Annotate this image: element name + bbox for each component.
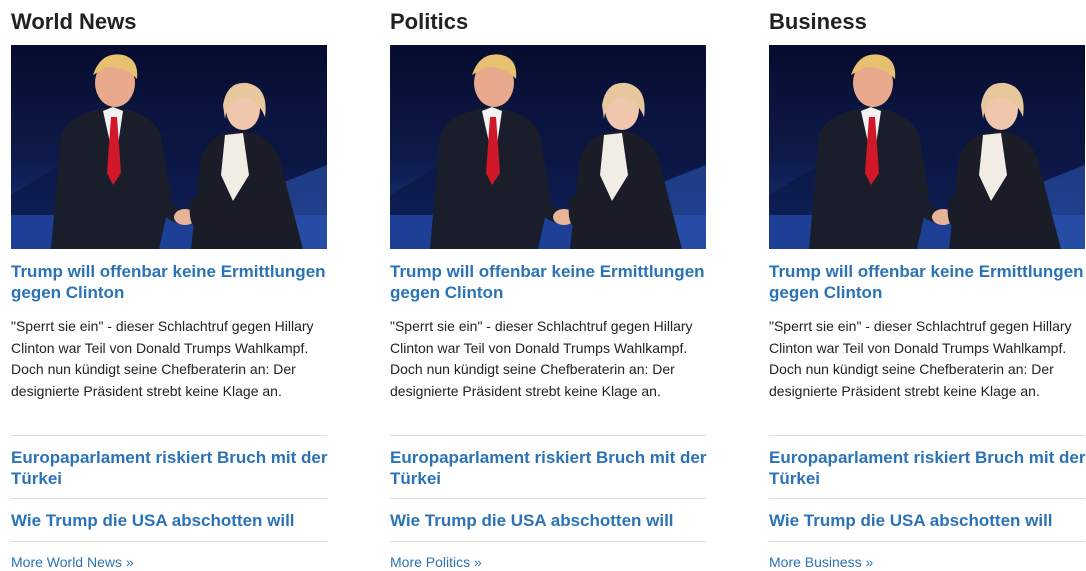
news-sections: World News Trump will offenbar keine Erm… bbox=[0, 0, 1086, 571]
divider bbox=[390, 541, 706, 542]
more-link[interactable]: More Politics » bbox=[390, 553, 482, 571]
story-link[interactable]: Wie Trump die USA abschotten will bbox=[769, 510, 1086, 531]
story-link[interactable]: Europaparlament riskiert Bruch mit der T… bbox=[390, 447, 720, 489]
section-title: Politics bbox=[390, 9, 469, 34]
divider bbox=[11, 498, 327, 499]
story-link[interactable]: Europaparlament riskiert Bruch mit der T… bbox=[769, 447, 1086, 489]
section-title: Business bbox=[769, 9, 867, 34]
section-title: World News bbox=[11, 9, 137, 34]
lead-story-summary: "Sperrt sie ein" - dieser Schlachtruf ge… bbox=[769, 318, 1072, 399]
divider bbox=[769, 435, 1085, 436]
lead-story-headline[interactable]: Trump will offenbar keine Ermittlungen g… bbox=[769, 261, 1086, 303]
lead-story-summary: "Sperrt sie ein" - dieser Schlachtruf ge… bbox=[390, 318, 693, 399]
divider bbox=[11, 435, 327, 436]
more-link[interactable]: More Business » bbox=[769, 553, 873, 571]
lead-story-photo[interactable] bbox=[769, 45, 1085, 249]
lead-story-headline[interactable]: Trump will offenbar keine Ermittlungen g… bbox=[11, 261, 329, 303]
more-link[interactable]: More World News » bbox=[11, 553, 134, 571]
lead-story-summary: "Sperrt sie ein" - dieser Schlachtruf ge… bbox=[11, 318, 314, 399]
handshake-photo bbox=[390, 45, 706, 249]
divider bbox=[390, 498, 706, 499]
lead-story-photo[interactable] bbox=[390, 45, 706, 249]
story-link[interactable]: Wie Trump die USA abschotten will bbox=[11, 510, 341, 531]
lead-story-photo[interactable] bbox=[11, 45, 327, 249]
lead-story-headline[interactable]: Trump will offenbar keine Ermittlungen g… bbox=[390, 261, 708, 303]
divider bbox=[769, 541, 1085, 542]
divider bbox=[11, 541, 327, 542]
story-link[interactable]: Europaparlament riskiert Bruch mit der T… bbox=[11, 447, 341, 489]
divider bbox=[769, 498, 1085, 499]
handshake-photo bbox=[11, 45, 327, 249]
handshake-photo bbox=[769, 45, 1085, 249]
story-link[interactable]: Wie Trump die USA abschotten will bbox=[390, 510, 720, 531]
divider bbox=[390, 435, 706, 436]
